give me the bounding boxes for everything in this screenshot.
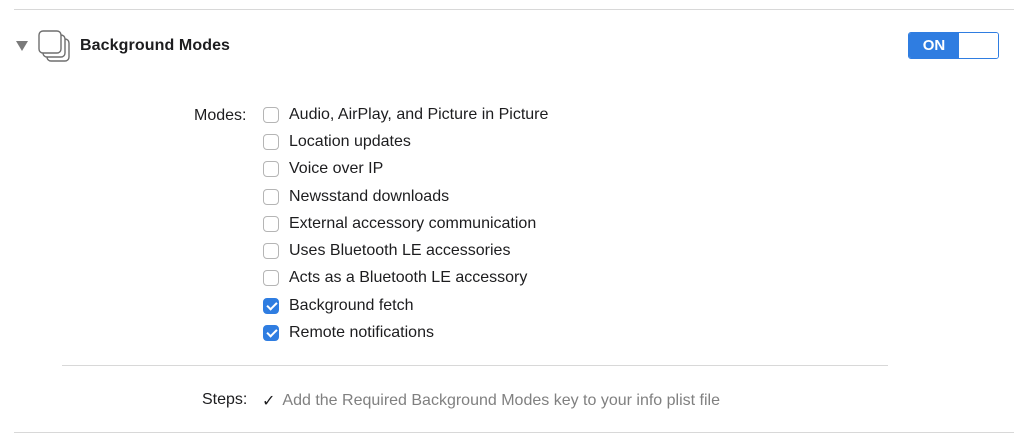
- disclosure-triangle-icon[interactable]: [16, 41, 28, 51]
- mode-checkbox[interactable]: [263, 215, 279, 232]
- background-modes-icon: [38, 30, 70, 62]
- mode-checkbox[interactable]: [263, 106, 279, 123]
- toggle-on-label: ON: [909, 33, 959, 58]
- mode-checkbox[interactable]: [263, 133, 279, 150]
- mode-checkbox[interactable]: [263, 243, 279, 260]
- mode-checkbox[interactable]: [263, 161, 279, 178]
- mode-label: Background fetch: [289, 296, 414, 314]
- mode-checkbox[interactable]: [263, 188, 279, 205]
- mode-label: External accessory communication: [289, 214, 537, 232]
- section-bottom-divider: [14, 432, 1014, 433]
- modes-label: Modes:: [194, 107, 247, 124]
- toggle-knob: [959, 33, 998, 58]
- mode-item[interactable]: Acts as a Bluetooth LE accessory: [263, 265, 548, 292]
- mode-checkbox[interactable]: [263, 325, 279, 342]
- modes-list: Audio, AirPlay, and Picture in Picture L…: [263, 101, 548, 347]
- mode-item[interactable]: Remote notifications: [263, 319, 548, 346]
- capability-toggle[interactable]: ON: [908, 32, 999, 59]
- mode-item[interactable]: Location updates: [263, 128, 548, 155]
- steps-divider: [62, 365, 888, 366]
- step-item: ✓ Add the Required Background Modes key …: [262, 391, 720, 411]
- mode-item[interactable]: Uses Bluetooth LE accessories: [263, 237, 548, 264]
- section-title: Background Modes: [80, 37, 231, 54]
- mode-label: Newsstand downloads: [289, 187, 450, 205]
- mode-item[interactable]: Voice over IP: [263, 156, 548, 183]
- mode-item[interactable]: Newsstand downloads: [263, 183, 548, 210]
- mode-item[interactable]: Background fetch: [263, 292, 548, 319]
- mode-label: Voice over IP: [289, 160, 384, 178]
- mode-checkbox[interactable]: [263, 297, 279, 314]
- mode-checkbox[interactable]: [263, 270, 279, 287]
- section-top-divider: [14, 9, 1014, 10]
- mode-label: Location updates: [289, 132, 411, 150]
- mode-label: Acts as a Bluetooth LE accessory: [289, 269, 528, 287]
- step-text: Add the Required Background Modes key to…: [282, 392, 720, 409]
- mode-item[interactable]: External accessory communication: [263, 210, 548, 237]
- steps-label: Steps:: [202, 391, 248, 408]
- mode-label: Audio, AirPlay, and Picture in Picture: [289, 105, 549, 123]
- mode-label: Uses Bluetooth LE accessories: [289, 242, 511, 260]
- checkmark-icon: ✓: [262, 393, 276, 410]
- mode-item[interactable]: Audio, AirPlay, and Picture in Picture: [263, 101, 548, 128]
- mode-label: Remote notifications: [289, 324, 434, 342]
